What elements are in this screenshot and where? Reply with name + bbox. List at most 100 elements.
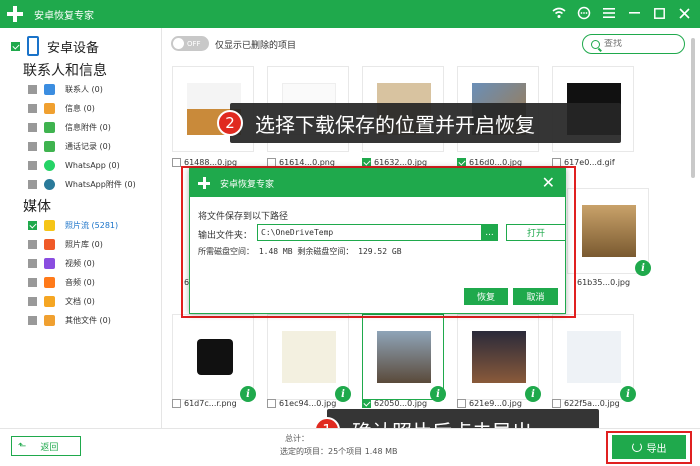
sidebar-item-label: 音频 (0) xyxy=(65,277,95,287)
browse-button[interactable]: ... xyxy=(481,224,498,241)
checkbox[interactable] xyxy=(28,220,37,230)
sidebar-item-contacts[interactable]: 联系人 (0) xyxy=(28,82,103,96)
dialog-title: 安卓恢复专家 xyxy=(220,179,275,190)
info-icon[interactable]: i xyxy=(240,386,256,402)
info-icon[interactable]: i xyxy=(635,260,651,276)
checkbox[interactable] xyxy=(28,296,37,306)
deleted-only-toggle[interactable]: OFF xyxy=(171,36,209,51)
feedback-icon[interactable] xyxy=(576,4,592,22)
back-arrow-icon: ⬑ xyxy=(18,440,27,452)
sidebar-item-whatsapp[interactable]: WhatsApp (0) xyxy=(28,158,120,172)
checkbox[interactable] xyxy=(28,315,37,325)
file-name: 61ec94...0.jpg xyxy=(279,399,337,408)
scrollbar-thumb[interactable] xyxy=(691,38,695,178)
photo-thumbnail[interactable]: i xyxy=(552,314,636,402)
sidebar-item-label: 通话记录 (0) xyxy=(65,141,111,151)
sidebar-item-call-log[interactable]: 通话记录 (0) xyxy=(28,139,111,153)
sidebar-item-video[interactable]: 视频 (0) xyxy=(28,256,95,270)
checkbox[interactable] xyxy=(28,179,37,189)
checkbox[interactable] xyxy=(28,141,37,151)
sidebar-item-photo-library[interactable]: 照片库 (0) xyxy=(28,237,103,251)
video-icon xyxy=(44,257,55,269)
checkbox[interactable] xyxy=(28,122,37,132)
minimize-icon[interactable] xyxy=(626,4,642,22)
other-files-icon xyxy=(44,314,55,326)
search-box[interactable] xyxy=(582,34,685,54)
checkbox[interactable] xyxy=(28,277,37,287)
close-icon[interactable]: ✕ xyxy=(542,173,555,192)
app-logo-icon xyxy=(198,177,210,189)
sidebar-item-label: 视频 (0) xyxy=(65,258,95,268)
photo-thumbnail[interactable]: i xyxy=(567,188,651,276)
file-name-row[interactable]: 62050...0.jpg xyxy=(362,399,427,408)
file-name-row[interactable]: 622f5a...0.jpg xyxy=(552,399,620,408)
photo-thumbnail[interactable]: i xyxy=(267,314,351,402)
search-icon xyxy=(591,39,600,49)
output-path-field[interactable]: C:\OneDriveTemp xyxy=(257,224,482,241)
file-name: 621e9...0.jpg xyxy=(469,399,522,408)
close-icon[interactable] xyxy=(676,4,692,22)
sidebar-item-other-files[interactable]: 其他文件 (0) xyxy=(28,313,111,327)
wifi-icon[interactable] xyxy=(551,4,567,22)
maximize-icon[interactable] xyxy=(651,4,667,22)
checkbox[interactable] xyxy=(28,160,37,170)
photo-image xyxy=(472,331,526,383)
step2-callout: 2 选择下载保存的位置并开启恢复 xyxy=(217,103,621,143)
checkbox[interactable] xyxy=(457,399,466,408)
checkbox[interactable] xyxy=(172,399,181,408)
info-icon[interactable]: i xyxy=(430,386,446,402)
device-row[interactable]: 安卓设备 xyxy=(11,36,99,56)
output-folder-label: 输出文件夹： xyxy=(198,231,253,241)
sidebar: 安卓设备 联系人和信息 联系人 (0) 信息 (0) 信息附件 (0) 通话记录… xyxy=(0,28,162,428)
call-log-icon xyxy=(44,140,55,152)
checkbox[interactable] xyxy=(362,399,371,408)
photo-thumbnail[interactable]: i xyxy=(362,314,446,402)
file-name-row[interactable]: 61d7c...r.png xyxy=(172,399,237,408)
app-title: 安卓恢复专家 xyxy=(34,10,94,22)
filter-label: 仅显示已删除的项目 xyxy=(215,41,297,51)
file-name-row[interactable]: 61ec94...0.jpg xyxy=(267,399,336,408)
sidebar-item-label: 照片库 (0) xyxy=(65,239,103,249)
checkbox[interactable] xyxy=(267,399,276,408)
photo-thumbnail[interactable]: i xyxy=(457,314,541,402)
device-checkbox[interactable] xyxy=(11,41,20,51)
photo-image xyxy=(282,331,336,383)
sidebar-item-documents[interactable]: 文档 (0) xyxy=(28,294,95,308)
checkbox[interactable] xyxy=(28,84,37,94)
cancel-button[interactable]: 取消 xyxy=(513,288,558,305)
sidebar-item-label: 照片流 (5281) xyxy=(65,220,119,230)
checkbox[interactable] xyxy=(552,399,561,408)
scrollbar[interactable] xyxy=(690,28,696,398)
search-input[interactable] xyxy=(604,39,684,49)
file-name-row[interactable]: 61b35...0.jpg xyxy=(577,278,630,287)
export-button[interactable]: 导出 xyxy=(612,435,686,459)
checkbox[interactable] xyxy=(28,239,37,249)
sidebar-item-message-attachments[interactable]: 信息附件 (0) xyxy=(28,120,111,134)
info-icon[interactable]: i xyxy=(525,386,541,402)
back-button[interactable]: ⬑ 返回 xyxy=(11,436,81,456)
device-label: 安卓设备 xyxy=(47,40,100,56)
sidebar-item-whatsapp-attachments[interactable]: WhatsApp附件 (0) xyxy=(28,177,136,191)
file-name: 62050...0.jpg xyxy=(374,399,428,408)
sidebar-item-messages[interactable]: 信息 (0) xyxy=(28,101,95,115)
selected-items-label: 选定的项目：25个项目 1.48 MB xyxy=(280,447,398,456)
app-logo-icon xyxy=(6,5,24,23)
file-name-row[interactable]: 621e9...0.jpg xyxy=(457,399,522,408)
checkbox[interactable] xyxy=(172,158,181,167)
file-name: 622f5a...0.jpg xyxy=(564,399,620,408)
sidebar-item-photostream[interactable]: 照片流 (5281) xyxy=(28,218,118,232)
menu-icon[interactable] xyxy=(601,4,617,22)
photostream-icon xyxy=(44,219,55,231)
open-folder-button[interactable]: 打开 xyxy=(506,224,566,241)
photo-image xyxy=(567,331,621,383)
toggle-label: OFF xyxy=(187,39,201,48)
attachment-icon xyxy=(44,121,55,133)
whatsapp-icon xyxy=(44,159,55,171)
checkbox[interactable] xyxy=(28,103,37,113)
sidebar-item-audio[interactable]: 音频 (0) xyxy=(28,275,95,289)
checkbox[interactable] xyxy=(28,258,37,268)
info-icon[interactable]: i xyxy=(620,386,636,402)
info-icon[interactable]: i xyxy=(335,386,351,402)
recover-button[interactable]: 恢复 xyxy=(464,288,508,305)
photo-thumbnail[interactable]: i xyxy=(172,314,256,402)
